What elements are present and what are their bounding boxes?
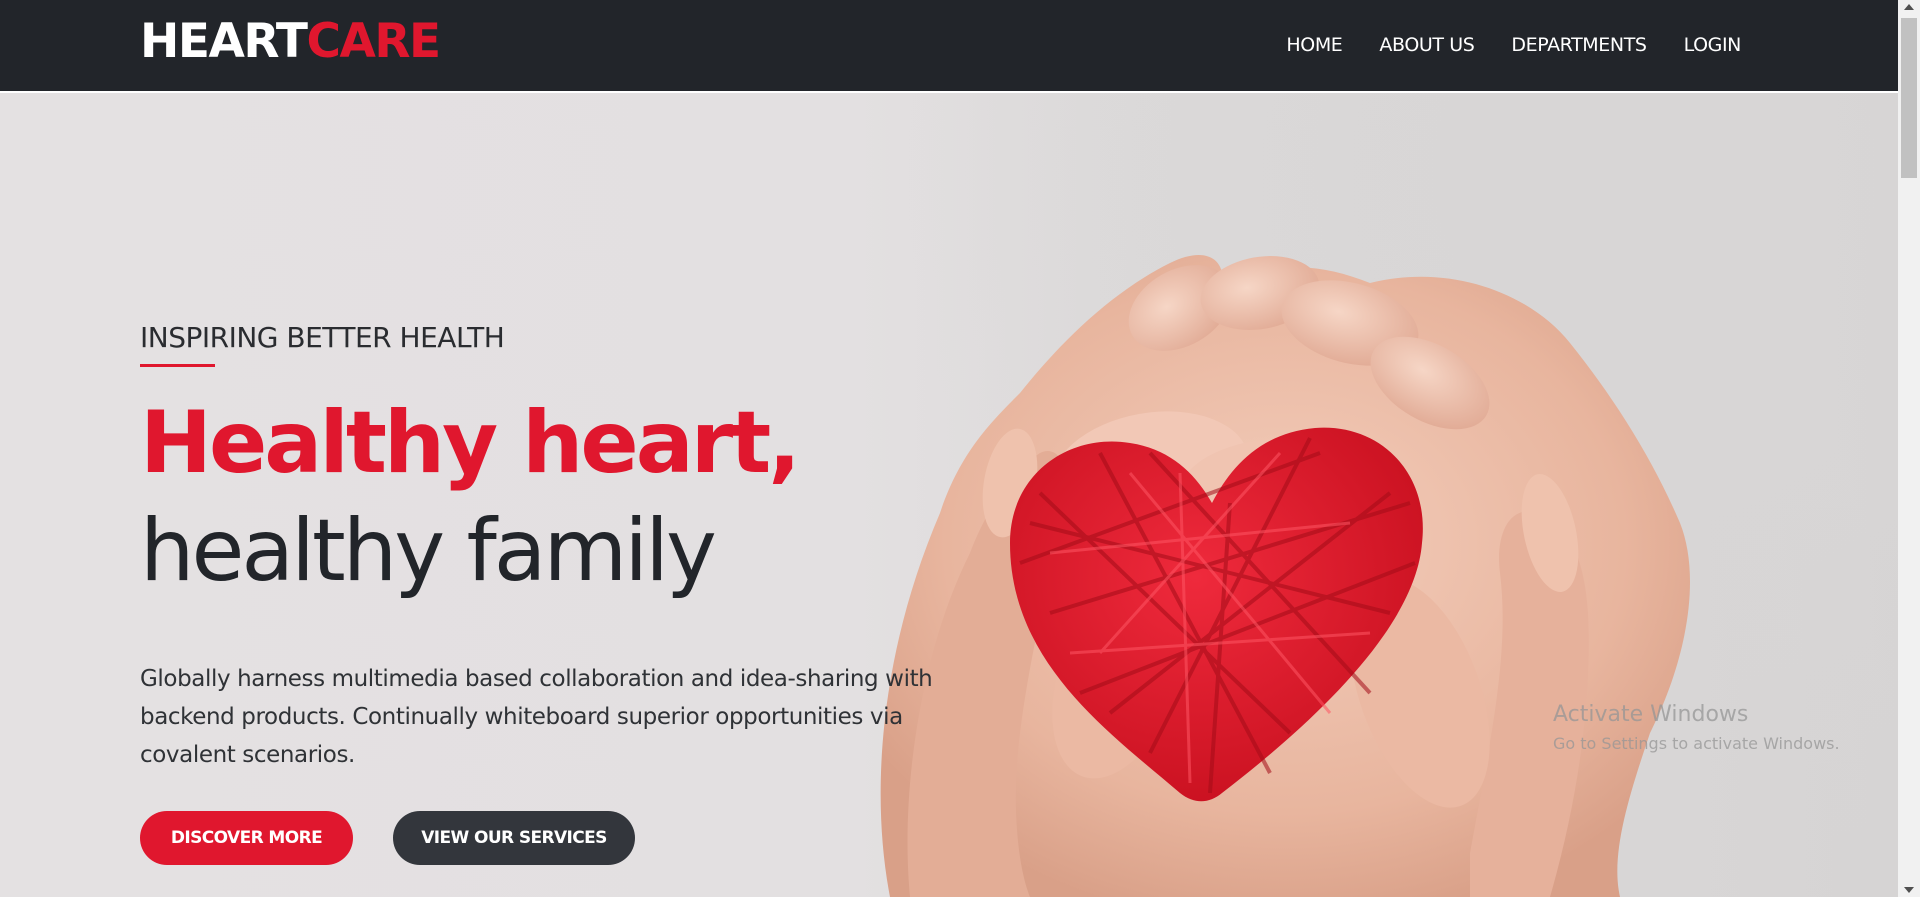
scrollbar-thumb[interactable] bbox=[1901, 18, 1917, 178]
top-navbar: HEARTCARE HOME ABOUT US DEPARTMENTS LOGI… bbox=[0, 0, 1898, 93]
discover-more-button[interactable]: DISCOVER MORE bbox=[140, 811, 353, 865]
page-scrollbar[interactable] bbox=[1898, 0, 1920, 897]
nav-home-link[interactable]: HOME bbox=[1286, 34, 1342, 56]
hero-headline-red: Healthy heart, bbox=[140, 393, 801, 493]
hero-kicker: INSPIRING BETTER HEALTH bbox=[140, 321, 505, 354]
hero-description: Globally harness multimedia based collab… bbox=[140, 666, 933, 768]
logo-text-care: CARE bbox=[306, 14, 441, 69]
view-our-services-button[interactable]: VIEW OUR SERVICES bbox=[393, 811, 635, 865]
kicker-underline bbox=[140, 364, 215, 367]
scroll-up-arrow-icon[interactable] bbox=[1904, 4, 1914, 10]
activate-windows-subtitle: Go to Settings to activate Windows. bbox=[1553, 734, 1840, 753]
heartcare-logo[interactable]: HEARTCARE bbox=[140, 14, 441, 70]
nav-login-link[interactable]: LOGIN bbox=[1684, 34, 1742, 56]
main-nav: HOME ABOUT US DEPARTMENTS LOGIN bbox=[1286, 34, 1741, 56]
nav-departments-link[interactable]: DEPARTMENTS bbox=[1511, 34, 1647, 56]
scroll-down-arrow-icon[interactable] bbox=[1904, 887, 1914, 893]
nav-about-us-link[interactable]: ABOUT US bbox=[1379, 34, 1474, 56]
hero-section: INSPIRING BETTER HEALTH Healthy heart, h… bbox=[0, 93, 1898, 897]
hero-headline-dark: healthy family bbox=[140, 501, 717, 601]
hero-heart-hands-image bbox=[880, 254, 1690, 897]
activate-windows-title: Activate Windows bbox=[1553, 702, 1749, 727]
logo-text-heart: HEART bbox=[140, 14, 308, 69]
